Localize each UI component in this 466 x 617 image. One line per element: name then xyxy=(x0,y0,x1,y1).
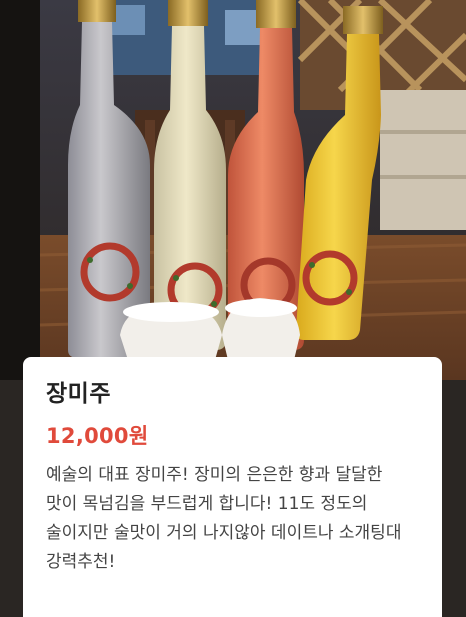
product-card[interactable]: 장미주 12,000원 예술의 대표 장미주! 장미의 은은한 향과 달달한 맛… xyxy=(23,357,442,617)
product-photo xyxy=(0,0,466,380)
product-description: 예술의 대표 장미주! 장미의 은은한 향과 달달한 맛이 목넘김을 부드럽게 … xyxy=(46,465,402,572)
product-price: 12,000원 xyxy=(46,424,149,448)
product-name: 장미주 xyxy=(46,381,111,407)
